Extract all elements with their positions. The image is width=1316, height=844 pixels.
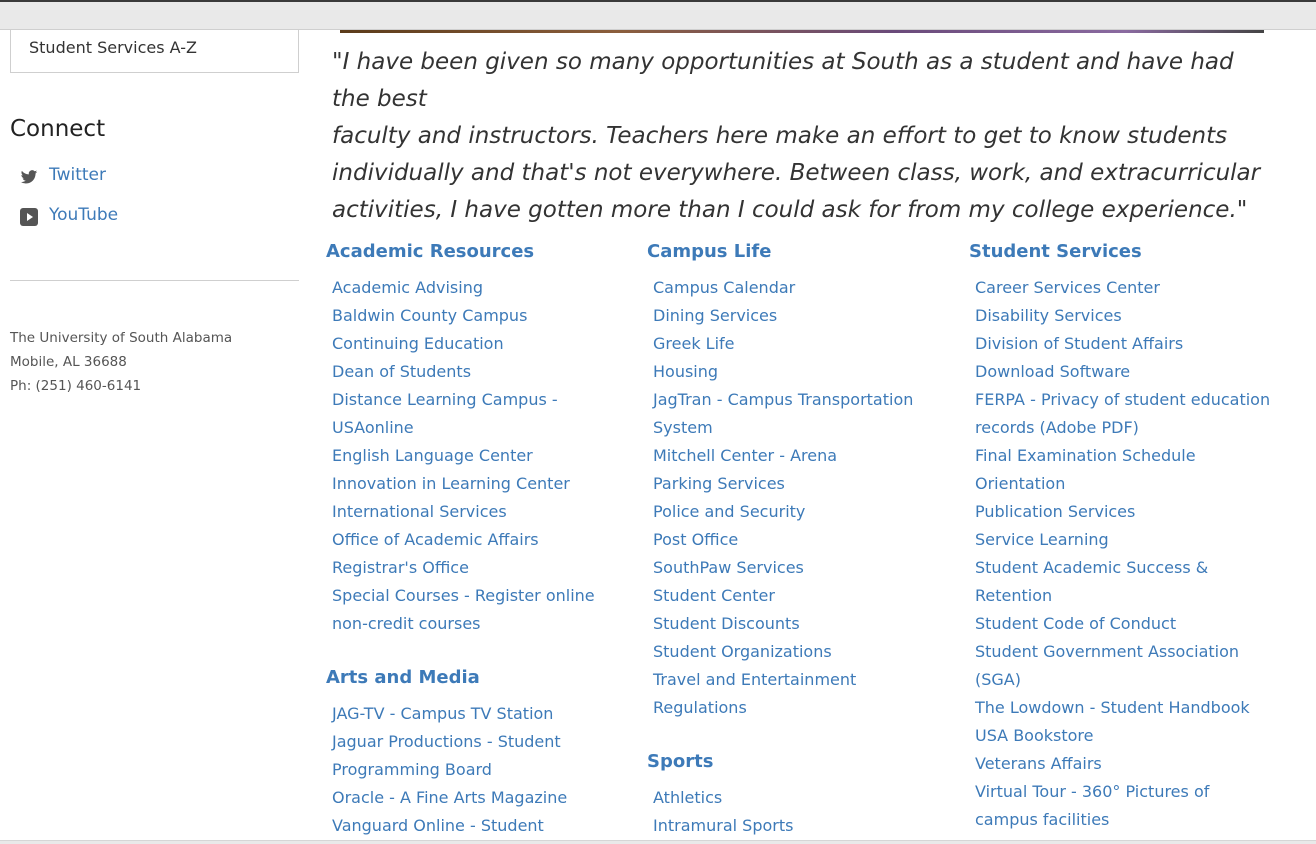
list-item[interactable]: Office of Academic Affairs bbox=[332, 526, 632, 554]
list-item[interactable]: FERPA - Privacy of student education rec… bbox=[975, 386, 1295, 442]
list-item[interactable]: Student Organizations bbox=[653, 638, 953, 666]
list-item[interactable]: Academic Advising bbox=[332, 274, 632, 302]
section-heading-student-services[interactable]: Student Services bbox=[969, 240, 1295, 274]
list-item[interactable]: Veterans Affairs bbox=[975, 750, 1295, 778]
links-column-2: Campus Life Campus Calendar Dining Servi… bbox=[647, 240, 953, 840]
list-item[interactable]: Orientation bbox=[975, 470, 1295, 498]
list-item[interactable]: Innovation in Learning Center bbox=[332, 470, 632, 498]
university-address: The University of South Alabama Mobile, … bbox=[10, 326, 232, 398]
list-item[interactable]: Dean of Students bbox=[332, 358, 632, 386]
list-item[interactable]: Housing bbox=[653, 358, 953, 386]
list-item[interactable]: USA Bookstore bbox=[975, 722, 1295, 750]
academic-resources-list: Academic Advising Baldwin County Campus … bbox=[332, 274, 632, 638]
list-item[interactable]: Student Center bbox=[653, 582, 953, 610]
list-item[interactable]: English Language Center bbox=[332, 442, 632, 470]
list-item[interactable]: Travel and Entertainment Regulations bbox=[653, 666, 953, 722]
list-item[interactable]: Police and Security bbox=[653, 498, 953, 526]
list-item[interactable]: Virtual Tour - 360° Pictures of campus f… bbox=[975, 778, 1295, 834]
list-item[interactable]: Mitchell Center - Arena bbox=[653, 442, 953, 470]
list-item[interactable]: Campus Calendar bbox=[653, 274, 953, 302]
campus-life-list: Campus Calendar Dining Services Greek Li… bbox=[653, 274, 953, 722]
list-item[interactable]: Baldwin County Campus bbox=[332, 302, 632, 330]
browser-chrome-bottom bbox=[0, 840, 1316, 844]
list-item[interactable]: Post Office bbox=[653, 526, 953, 554]
list-item[interactable]: Jaguar Productions - Student Programming… bbox=[332, 728, 632, 784]
list-item[interactable]: Service Learning bbox=[975, 526, 1295, 554]
list-item[interactable]: Special Courses - Register online non-cr… bbox=[332, 582, 632, 638]
list-item[interactable]: Publication Services bbox=[975, 498, 1295, 526]
section-heading-arts-and-media[interactable]: Arts and Media bbox=[326, 666, 632, 700]
youtube-label[interactable]: YouTube bbox=[49, 205, 118, 225]
list-item[interactable]: Student Discounts bbox=[653, 610, 953, 638]
list-item[interactable]: JagTran - Campus Transportation System bbox=[653, 386, 953, 442]
twitter-label[interactable]: Twitter bbox=[49, 165, 106, 185]
sports-list: Athletics Intramural Sports bbox=[653, 784, 953, 840]
list-item[interactable]: Career Services Center bbox=[975, 274, 1295, 302]
student-services-list: Career Services Center Disability Servic… bbox=[975, 274, 1295, 834]
banner-image-edge bbox=[340, 30, 1264, 33]
list-item[interactable]: Intramural Sports bbox=[653, 812, 953, 840]
sidebar-student-services-az[interactable]: Student Services A-Z bbox=[10, 30, 299, 73]
list-item[interactable]: Oracle - A Fine Arts Magazine bbox=[332, 784, 632, 812]
address-phone: Ph: (251) 460-6141 bbox=[10, 378, 142, 394]
list-item[interactable]: Final Examination Schedule bbox=[975, 442, 1295, 470]
list-item[interactable]: International Services bbox=[332, 498, 632, 526]
list-item[interactable]: Student Code of Conduct bbox=[975, 610, 1295, 638]
browser-chrome-top bbox=[0, 0, 1316, 30]
list-item[interactable]: SouthPaw Services bbox=[653, 554, 953, 582]
list-item[interactable]: Vanguard Online - Student bbox=[332, 812, 632, 840]
list-item[interactable]: Student Academic Success & Retention bbox=[975, 554, 1295, 610]
list-item[interactable]: Parking Services bbox=[653, 470, 953, 498]
sidebar-divider bbox=[10, 280, 299, 281]
section-heading-sports[interactable]: Sports bbox=[647, 750, 953, 784]
list-item[interactable]: The Lowdown - Student Handbook bbox=[975, 694, 1295, 722]
connect-heading: Connect bbox=[10, 116, 106, 142]
arts-and-media-list: JAG-TV - Campus TV Station Jaguar Produc… bbox=[332, 700, 632, 840]
list-item[interactable]: Download Software bbox=[975, 358, 1295, 386]
twitter-icon bbox=[20, 168, 38, 186]
links-column-1: Academic Resources Academic Advising Bal… bbox=[326, 240, 632, 840]
sidebar-link-label[interactable]: Student Services A-Z bbox=[29, 38, 197, 57]
links-column-3: Student Services Career Services Center … bbox=[969, 240, 1295, 834]
student-quote: "I have been given so many opportunities… bbox=[332, 49, 1261, 223]
list-item[interactable]: Student Government Association (SGA) bbox=[975, 638, 1295, 694]
list-item[interactable]: Division of Student Affairs bbox=[975, 330, 1295, 358]
section-heading-campus-life[interactable]: Campus Life bbox=[647, 240, 953, 274]
list-item[interactable]: JAG-TV - Campus TV Station bbox=[332, 700, 632, 728]
list-item[interactable]: Dining Services bbox=[653, 302, 953, 330]
list-item[interactable]: Continuing Education bbox=[332, 330, 632, 358]
youtube-icon bbox=[20, 208, 38, 226]
list-item[interactable]: Disability Services bbox=[975, 302, 1295, 330]
section-heading-academic-resources[interactable]: Academic Resources bbox=[326, 240, 632, 274]
list-item[interactable]: Athletics bbox=[653, 784, 953, 812]
list-item[interactable]: Greek Life bbox=[653, 330, 953, 358]
address-city: Mobile, AL 36688 bbox=[10, 354, 127, 370]
address-name: The University of South Alabama bbox=[10, 330, 233, 346]
list-item[interactable]: Distance Learning Campus - USAonline bbox=[332, 386, 632, 442]
list-item[interactable]: Registrar's Office bbox=[332, 554, 632, 582]
